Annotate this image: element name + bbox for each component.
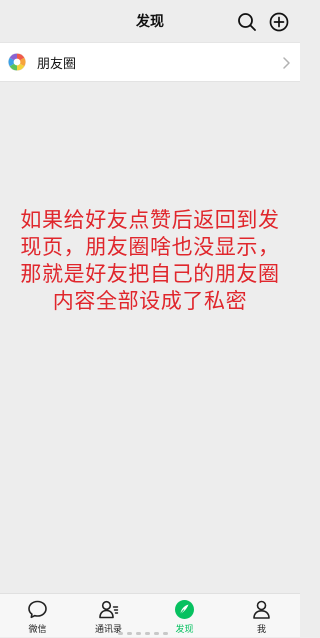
indicator-dot xyxy=(145,632,150,635)
annotation-line: 那就是好友把自己的朋友圈 xyxy=(20,262,280,286)
search-icon[interactable] xyxy=(236,11,258,33)
bottom-tab-bar: 微信 通讯录 发现 我 xyxy=(0,593,300,637)
tab-me[interactable]: 我 xyxy=(224,594,299,638)
tab-chats[interactable]: 微信 xyxy=(0,594,75,638)
indicator-dot xyxy=(136,632,141,635)
annotation-line: 现页，朋友圈啥也没显示， xyxy=(20,235,280,259)
moments-aperture-icon xyxy=(8,53,26,71)
contacts-icon xyxy=(99,600,119,619)
chat-bubble-icon xyxy=(28,600,47,619)
indicator-dot xyxy=(118,632,123,635)
indicator-dot xyxy=(154,632,159,635)
add-circle-icon[interactable] xyxy=(268,11,290,33)
top-bar: 发现 xyxy=(0,0,300,44)
chevron-right-icon xyxy=(283,57,290,69)
person-icon xyxy=(253,600,270,619)
compass-icon xyxy=(175,600,194,619)
page-indicator-dots xyxy=(118,632,170,635)
moments-entry[interactable]: 朋友圈 xyxy=(0,42,300,82)
annotation-line: 如果给好友点赞后返回到发 xyxy=(20,208,280,232)
indicator-dot xyxy=(127,632,132,635)
tab-label: 我 xyxy=(256,625,266,635)
indicator-dot xyxy=(163,632,168,635)
moments-label: 朋友圈 xyxy=(37,57,77,72)
annotation-line: 内容全部设成了私密 xyxy=(52,289,248,313)
annotation-text: 如果给好友点赞后返回到发 现页，朋友圈啥也没显示， 那就是好友把自己的朋友圈 内… xyxy=(4,207,296,315)
tab-label: 微信 xyxy=(28,625,47,635)
